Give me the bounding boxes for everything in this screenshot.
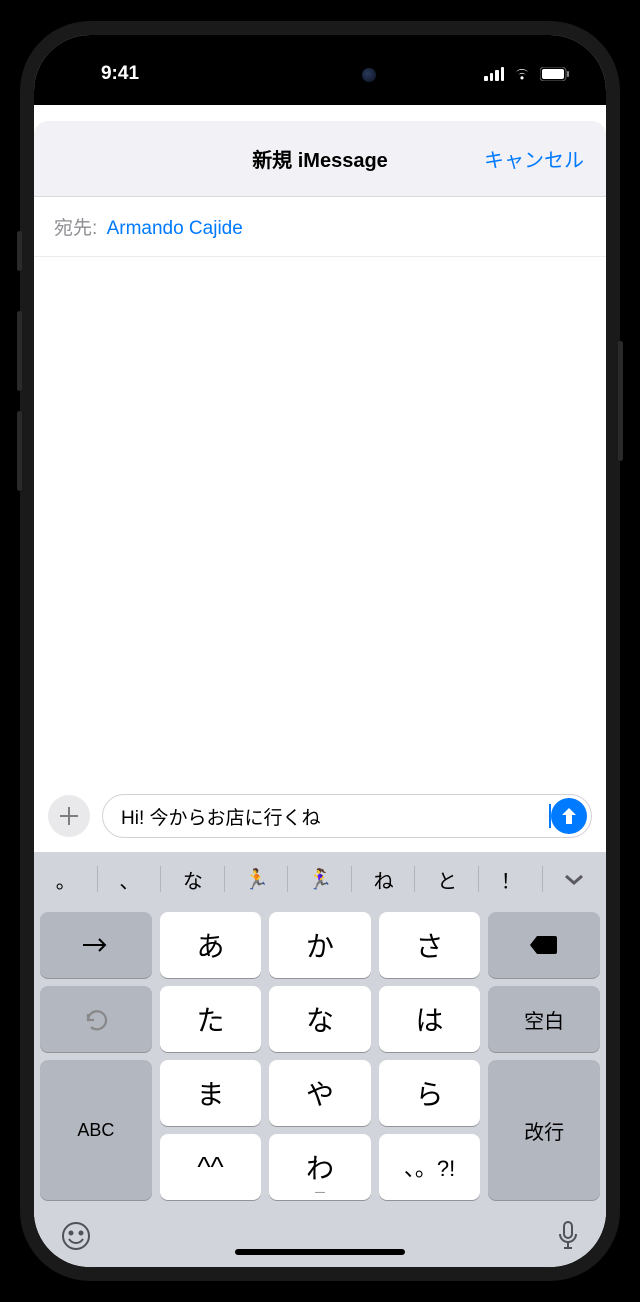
chevron-down-icon — [563, 872, 585, 886]
suggestion[interactable]: 🏃‍♀️ — [288, 852, 352, 906]
suggestion[interactable]: 🏃 — [225, 852, 289, 906]
recipient-name: Armando Cajide — [107, 218, 243, 239]
message-input[interactable]: Hi! 今からお店に行くね — [102, 794, 592, 838]
key-ta[interactable]: た — [160, 986, 262, 1052]
key-delete[interactable] — [488, 912, 600, 978]
nav-bar: 新規 iMessage キャンセル — [34, 121, 606, 197]
message-thread[interactable] — [34, 257, 606, 784]
compose-bar: Hi! 今からお店に行くね — [34, 784, 606, 852]
suggestion[interactable]: ！ — [479, 852, 543, 906]
page-title: 新規 iMessage — [252, 144, 388, 173]
send-button[interactable] — [551, 798, 587, 834]
undo-icon — [83, 1006, 109, 1032]
key-na[interactable]: な — [269, 986, 371, 1052]
suggestion[interactable]: 。 — [34, 852, 98, 906]
key-ya[interactable]: や — [269, 1060, 371, 1126]
suggestion-bar: 。 、 な 🏃 🏃‍♀️ ね と ！ — [34, 852, 606, 906]
key-ha[interactable]: は — [379, 986, 481, 1052]
suggestion[interactable]: と — [415, 852, 479, 906]
suggestion[interactable]: ね — [352, 852, 416, 906]
cellular-icon — [484, 67, 504, 81]
key-punct[interactable]: 、。?! — [379, 1134, 481, 1200]
emoji-button[interactable] — [60, 1220, 92, 1257]
key-ma[interactable]: ま — [160, 1060, 262, 1126]
arrow-right-icon — [81, 937, 111, 953]
cancel-button[interactable]: キャンセル — [484, 144, 584, 173]
key-ra[interactable]: ら — [379, 1060, 481, 1126]
key-a[interactable]: あ — [160, 912, 262, 978]
key-sa[interactable]: さ — [379, 912, 481, 978]
emoji-icon — [60, 1220, 92, 1252]
recipient-label: 宛先: — [54, 218, 97, 239]
plus-button[interactable] — [48, 795, 90, 837]
key-space[interactable]: 空白 — [488, 986, 600, 1052]
dynamic-island — [250, 57, 390, 97]
battery-icon — [540, 67, 570, 81]
key-ka[interactable]: か — [269, 912, 371, 978]
key-wa[interactable]: わ— — [269, 1134, 371, 1200]
recipient-row[interactable]: 宛先: Armando Cajide — [34, 197, 606, 257]
delete-icon — [529, 934, 559, 956]
key-face[interactable]: ^^ — [160, 1134, 262, 1200]
home-indicator[interactable] — [235, 1249, 405, 1255]
key-return[interactable]: 改行 — [488, 1060, 600, 1200]
key-undo[interactable] — [40, 986, 152, 1052]
mic-icon — [556, 1220, 580, 1252]
key-next-candidate[interactable] — [40, 912, 152, 978]
dictation-button[interactable] — [556, 1220, 580, 1257]
message-text: Hi! 今からお店に行くね — [121, 803, 548, 830]
arrow-up-icon — [560, 806, 578, 826]
status-time: 9:41 — [70, 63, 170, 85]
wifi-icon — [512, 67, 532, 81]
plus-icon — [59, 806, 79, 826]
key-abc[interactable]: ABC — [40, 1060, 152, 1200]
collapse-suggestions-button[interactable] — [543, 852, 607, 906]
suggestion[interactable]: 、 — [98, 852, 162, 906]
keyboard: 。 、 な 🏃 🏃‍♀️ ね と ！ あ — [34, 852, 606, 1267]
suggestion[interactable]: な — [161, 852, 225, 906]
